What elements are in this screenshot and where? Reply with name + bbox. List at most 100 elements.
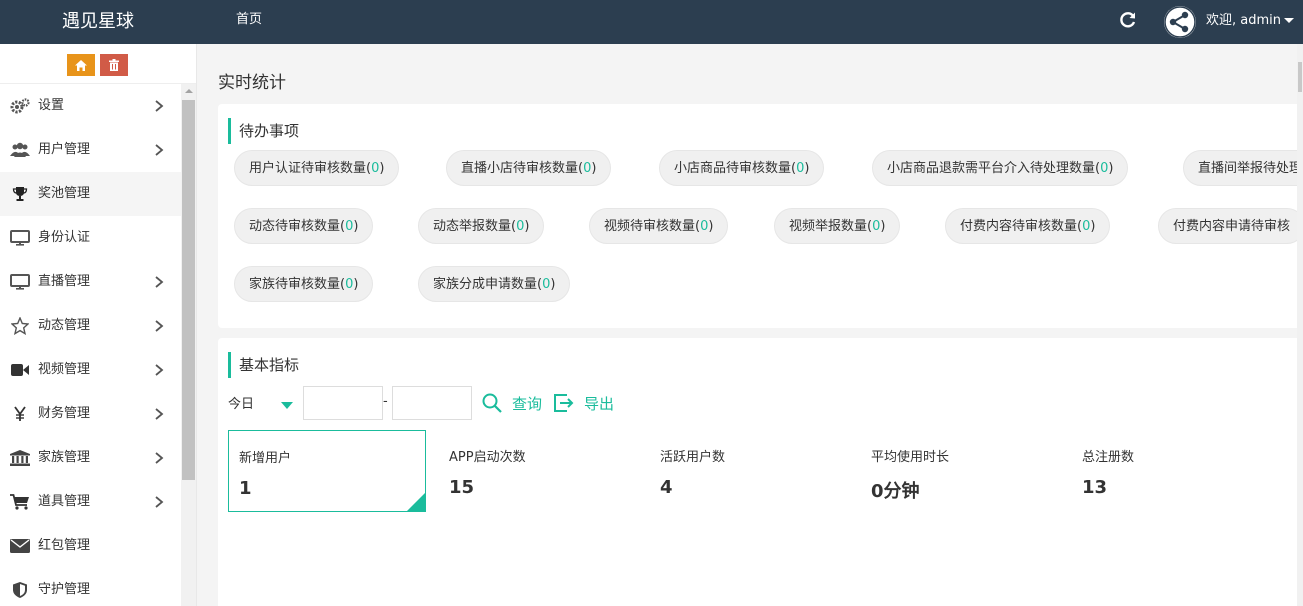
todo-label: 小店商品退款需平台介入待处理数量( (887, 161, 1101, 176)
bank-icon (10, 449, 30, 467)
chevron-right-icon (155, 276, 164, 288)
home-icon (75, 59, 87, 71)
scroll-up-arrow-icon[interactable] (185, 89, 193, 93)
sidebar-quick-buttons (0, 44, 196, 84)
period-select-value: 今日 (228, 397, 255, 412)
export-icon (554, 394, 574, 412)
todo-suffix: ) (1108, 161, 1114, 176)
stat-avg-duration[interactable]: 平均使用时长 0分钟 (861, 430, 1059, 512)
stat-label: 平均使用时长 (871, 450, 950, 465)
stat-value: 13 (1082, 477, 1108, 498)
share-network-icon (1164, 6, 1196, 38)
stat-value: 4 (660, 477, 673, 498)
todo-suffix: ) (353, 277, 359, 292)
todo-item[interactable]: 动态待审核数量(0) (234, 208, 374, 244)
main-scrollbar[interactable] (1297, 44, 1303, 606)
todo-suffix: ) (1090, 219, 1096, 234)
desktop-icon (10, 273, 30, 291)
desktop-icon (10, 229, 30, 247)
scrollbar-thumb[interactable] (1298, 62, 1302, 92)
sidebar-item-video-management[interactable]: 视频管理 (0, 348, 181, 392)
sidebar-item-label: 家族管理 (38, 450, 91, 465)
todo-item[interactable]: 家族分成申请数量(0) (418, 266, 571, 302)
chevron-right-icon (155, 320, 164, 332)
refresh-icon[interactable] (1119, 11, 1137, 29)
sidebar-item-finance-management[interactable]: 财务管理 (0, 392, 181, 436)
start-date-input[interactable] (303, 386, 383, 420)
main-content: 实时统计 待办事项 用户认证待审核数量(0) 直播小店待审核数量(0) 小店商品… (198, 44, 1303, 606)
stat-label: 新增用户 (239, 451, 292, 466)
sidebar-item-live-management[interactable]: 直播管理 (0, 260, 181, 304)
brand-logo-text[interactable]: 遇见星球 (0, 0, 196, 44)
sidebar-item-label: 红包管理 (38, 538, 91, 553)
chevron-right-icon (155, 452, 164, 464)
sidebar-item-user-management[interactable]: 用户管理 (0, 128, 181, 172)
sidebar-item-guard-management[interactable]: 守护管理 (0, 568, 181, 606)
todo-suffix: ) (550, 277, 556, 292)
todo-item[interactable]: 直播小店待审核数量(0) (446, 150, 612, 186)
sidebar-item-settings[interactable]: 设置 (0, 84, 181, 128)
todo-label: 动态待审核数量( (249, 219, 346, 234)
stat-value: 15 (449, 477, 475, 498)
sidebar-item-red-packet-management[interactable]: 红包管理 (0, 524, 181, 568)
sidebar-item-props-management[interactable]: 道具管理 (0, 480, 181, 524)
sidebar-item-label: 视频管理 (38, 362, 91, 377)
cogs-icon (10, 97, 30, 115)
sidebar-item-label: 守护管理 (38, 582, 91, 597)
todo-item[interactable]: 视频举报数量(0) (774, 208, 901, 244)
todo-item[interactable]: 小店商品退款需平台介入待处理数量(0) (872, 150, 1129, 186)
query-button[interactable]: 查询 (482, 390, 542, 416)
todo-item[interactable]: 付费内容待审核数量(0) (945, 208, 1111, 244)
sidebar-item-prize-pool[interactable]: 奖池管理 (0, 172, 181, 216)
todo-label: 家族待审核数量( (249, 277, 346, 292)
period-select[interactable]: 今日 (228, 394, 298, 416)
todo-item[interactable]: 小店商品待审核数量(0) (659, 150, 825, 186)
todo-item[interactable]: 家族待审核数量(0) (234, 266, 374, 302)
sidebar-item-identity-verification[interactable]: 身份认证 (0, 216, 181, 260)
sidebar-item-label: 道具管理 (38, 494, 91, 509)
search-icon (482, 393, 502, 413)
caret-down-icon (281, 402, 293, 409)
video-camera-icon (10, 361, 30, 379)
sidebar-item-feed-management[interactable]: 动态管理 (0, 304, 181, 348)
todo-label: 直播间举报待处理 (1198, 161, 1303, 176)
scrollbar-thumb[interactable] (182, 100, 195, 480)
page-title: 实时统计 (218, 73, 286, 93)
todo-suffix: ) (353, 219, 359, 234)
envelope-icon (10, 537, 30, 555)
todo-item[interactable]: 直播间举报待处理 (1183, 150, 1303, 186)
stat-new-users[interactable]: 新增用户 1 (228, 430, 426, 512)
chevron-right-icon (155, 100, 164, 112)
todo-item[interactable]: 用户认证待审核数量(0) (234, 150, 400, 186)
todo-suffix: ) (804, 161, 810, 176)
sidebar-item-label: 财务管理 (38, 406, 91, 421)
end-date-input[interactable] (392, 386, 472, 420)
sidebar-item-label: 身份认证 (38, 230, 91, 245)
todo-label: 家族分成申请数量( (433, 277, 543, 292)
todo-item[interactable]: 付费内容申请待审核 (1158, 208, 1303, 244)
stat-value: 0分钟 (871, 481, 920, 502)
stat-label: 总注册数 (1082, 450, 1135, 465)
selected-corner-icon (407, 493, 425, 511)
todo-title: 待办事项 (228, 118, 299, 144)
sidebar-scrollbar[interactable] (181, 84, 196, 606)
trash-icon (109, 59, 119, 71)
stat-total-registrations[interactable]: 总注册数 13 (1072, 430, 1270, 512)
stat-app-launches[interactable]: APP启动次数 15 (439, 430, 637, 512)
nav-home-link[interactable]: 首页 (236, 0, 262, 40)
home-button[interactable] (67, 54, 95, 76)
todo-item[interactable]: 动态举报数量(0) (418, 208, 545, 244)
sidebar-item-label: 奖池管理 (38, 186, 91, 201)
top-bar: 遇见星球 首页 欢迎, admin (0, 0, 1303, 44)
sidebar-item-family-management[interactable]: 家族管理 (0, 436, 181, 480)
chevron-right-icon (155, 408, 164, 420)
stat-active-users[interactable]: 活跃用户数 4 (650, 430, 848, 512)
todo-label: 用户认证待审核数量( (249, 161, 372, 176)
export-button[interactable]: 导出 (554, 390, 614, 416)
todo-item[interactable]: 视频待审核数量(0) (589, 208, 729, 244)
sidebar: 设置 用户管理 奖池管理 身份认证 直播管理 动态管理 视频管理 财务管理 家族… (0, 44, 197, 606)
sidebar-item-label: 设置 (38, 98, 65, 113)
avatar[interactable] (1164, 6, 1196, 38)
user-menu-toggle[interactable]: 欢迎, admin (1206, 0, 1294, 42)
clear-cache-button[interactable] (100, 54, 128, 76)
